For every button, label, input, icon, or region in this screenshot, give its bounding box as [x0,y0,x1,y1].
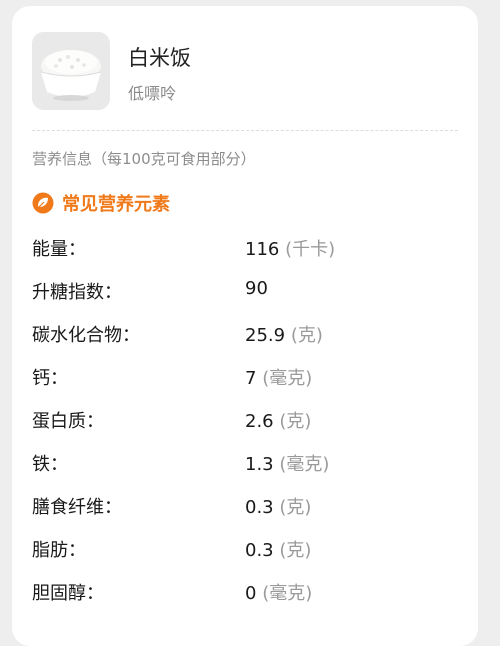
nutrient-value: 7 (毫克) [245,368,313,389]
food-header: 白米饭 低嘌呤 [32,32,462,118]
nutrient-label: 胆固醇： [32,583,104,604]
nutrient-value: 116 (千卡) [245,239,336,260]
nutrient-label: 脂肪： [32,540,86,561]
nutrient-row: 升糖指数： 90 [32,271,458,314]
nutrient-row: 胆固醇： 0 (毫克) [32,572,458,615]
nutrient-label: 铁： [32,454,68,475]
nutrient-list: 能量： 116 (千卡) 升糖指数： 90 碳水化合物： 25.9 (克) 钙：… [32,228,458,615]
nutrient-row: 膳食纤维： 0.3 (克) [32,486,458,529]
nutrient-label: 膳食纤维： [32,497,122,518]
nutrient-unit: (千卡) [285,239,336,260]
nutrient-unit: (克) [279,411,312,432]
nutrient-value: 90 [245,278,268,299]
section-title: 常见营养元素 [62,194,170,215]
nutrient-row: 能量： 116 (千卡) [32,228,458,271]
nutrient-value: 25.9 (克) [245,325,323,346]
purine-level: 低嘌呤 [128,84,177,103]
food-name: 白米饭 [128,46,191,70]
nutrient-label: 钙： [32,368,68,389]
nutrient-row: 蛋白质： 2.6 (克) [32,400,458,443]
nutrient-unit: (毫克) [279,454,330,475]
nutrient-label: 升糖指数： [32,282,122,303]
nutrient-row: 碳水化合物： 25.9 (克) [32,314,458,357]
nutrient-unit: (克) [279,497,312,518]
food-detail-card: 白米饭 低嘌呤 营养信息（每100克可食用部分） 常见营养元素 能量： 116 … [12,6,478,646]
nutrient-unit: (克) [279,540,312,561]
nutrient-label: 碳水化合物： [32,325,140,346]
rice-bowl-icon [32,32,110,110]
nutrient-unit: (克) [290,325,323,346]
nutrition-caption: 营养信息（每100克可食用部分） [32,150,256,168]
nutrient-value: 0.3 (克) [245,540,312,561]
nutrient-unit: (毫克) [262,583,313,604]
nutrient-value: 1.3 (毫克) [245,454,330,475]
nutrient-value: 0 (毫克) [245,583,313,604]
nutrient-value: 2.6 (克) [245,411,312,432]
leaf-icon [32,192,54,214]
divider [32,130,458,131]
nutrient-row: 脂肪： 0.3 (克) [32,529,458,572]
nutrient-label: 蛋白质： [32,411,104,432]
nutrient-label: 能量： [32,239,86,260]
nutrient-row: 铁： 1.3 (毫克) [32,443,458,486]
nutrient-value: 0.3 (克) [245,497,312,518]
nutrient-unit: (毫克) [262,368,313,389]
nutrient-row: 钙： 7 (毫克) [32,357,458,400]
